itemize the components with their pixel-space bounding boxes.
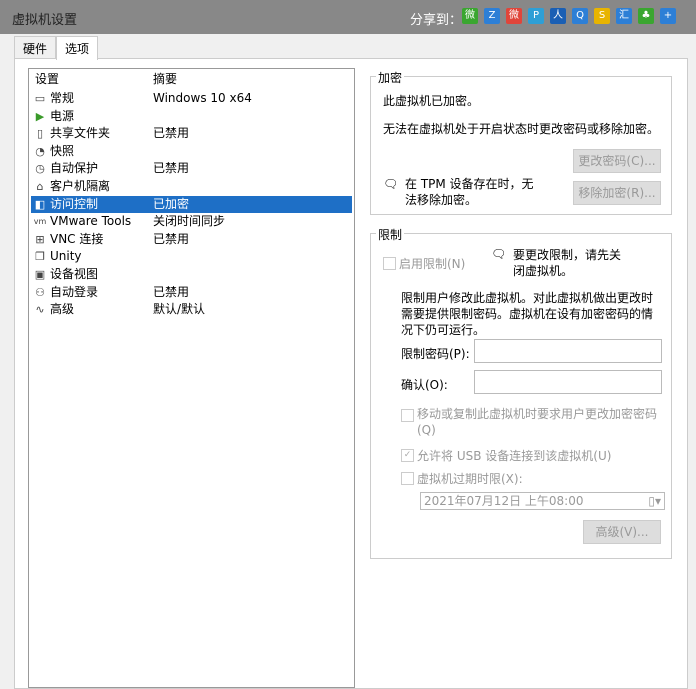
setting-name: 自动保护 (50, 161, 99, 176)
setting-name: VMware Tools (50, 214, 132, 229)
weibo-icon[interactable]: 微 (506, 8, 522, 24)
kaixin-icon[interactable]: ♣ (638, 8, 654, 24)
list-item[interactable]: ❐ Unity (31, 248, 352, 265)
lock-icon: ⌂ (36, 180, 44, 193)
enable-restrictions-checkbox[interactable] (383, 257, 396, 270)
huiyou-icon[interactable]: 汇 (616, 8, 632, 24)
setting-summary: 已禁用 (153, 126, 190, 141)
device-view-icon: ▣ (34, 268, 46, 281)
move-copy-checkbox[interactable] (401, 409, 414, 422)
list-item[interactable]: ∿ 高级 默认/默认 (31, 301, 352, 318)
expire-label: 虚拟机过期时限(X): (417, 472, 523, 486)
encryption-status: 此虚拟机已加密。 (383, 94, 480, 108)
password-label: 限制密码(P): (401, 347, 470, 361)
snapshot-icon: ◔ (35, 144, 45, 158)
advanced-icon: ∿ (35, 303, 45, 317)
header-summary[interactable]: 摘要 (153, 71, 177, 88)
unity-icon: ❐ (35, 250, 45, 264)
setting-name: 电源 (50, 108, 75, 123)
tab-bar: 硬件 选项 (14, 36, 99, 60)
access-control-icon: ◧ (34, 197, 46, 211)
list-item[interactable]: ◔ 快照 (31, 143, 352, 160)
window-title: 虚拟机设置 (12, 13, 78, 28)
encryption-group: 加密 此虚拟机已加密。 无法在虚拟机处于开启状态时更改密码或移除加密。 更改密码… (370, 69, 672, 215)
setting-summary: 已禁用 (153, 231, 190, 246)
usb-checkbox[interactable]: ✓ (401, 449, 414, 462)
move-copy-label: 移动或复制此虚拟机时要求用户更改加密密码(Q) (417, 407, 658, 437)
list-item[interactable]: ▣ 设备视图 (31, 266, 352, 283)
vnc-icon: ⊞ (35, 232, 45, 246)
header-setting[interactable]: 设置 (35, 71, 59, 88)
expire-date-picker[interactable]: 2021年07月12日 上午08:00 ▯▾ (420, 492, 665, 510)
setting-name: 自动登录 (50, 284, 99, 299)
qzone-icon[interactable]: Z (484, 8, 500, 24)
setting-summary: 关闭时间同步 (153, 214, 226, 229)
list-item[interactable]: ▶ 电源 (31, 108, 352, 125)
list-item[interactable]: vm VMware Tools 关闭时间同步 (31, 213, 352, 230)
autologin-icon: ⚇ (35, 285, 45, 299)
tencent-weibo-icon[interactable]: P (528, 8, 544, 24)
shared-folder-icon: ▯ (36, 127, 44, 141)
advanced-button[interactable]: 高级(V)... (583, 520, 661, 544)
restrictions-group: 限制 启用限制(N) 🗨 要更改限制，请先关闭虚拟机。 限制用户修改此虚拟机。对… (370, 226, 672, 559)
encryption-note: 无法在虚拟机处于开启状态时更改密码或移除加密。 (383, 122, 660, 136)
expire-checkbox[interactable] (401, 472, 414, 485)
restrictions-description: 限制用户修改此虚拟机。对此虚拟机做出更改时需要提供限制密码。虚拟机在设有加密密码… (401, 291, 654, 337)
share-label: 分享到： (410, 13, 463, 28)
list-header: 设置 摘要 (31, 71, 352, 88)
share-icons: 微 Z 微 P 人 Q S 汇 ♣ + (462, 8, 676, 24)
info-icon: 🗨 (383, 177, 399, 191)
list-item[interactable]: ▭ 常规 Windows 10 x64 (31, 90, 352, 107)
setting-name: 访问控制 (50, 196, 99, 211)
wechat-icon[interactable]: 微 (462, 8, 478, 24)
encryption-label: 加密 (376, 69, 405, 86)
autoprotect-icon: ◷ (35, 162, 45, 176)
tpm-note: 在 TPM 设备存在时，无法移除加密。 (405, 177, 534, 207)
info-icon: 🗨 (491, 247, 507, 261)
setting-name: 共享文件夹 (50, 126, 111, 141)
setting-summary: Windows 10 x64 (153, 91, 252, 105)
more-icon[interactable]: + (660, 8, 676, 24)
qq-icon[interactable]: Q (572, 8, 588, 24)
power-note: 要更改限制，请先关闭虚拟机。 (513, 248, 622, 278)
setting-name: VNC 连接 (50, 231, 104, 246)
setting-name: 设备视图 (50, 267, 99, 281)
title-bar: 虚拟机设置 分享到： 微 Z 微 P 人 Q S 汇 ♣ + (0, 0, 696, 34)
change-password-button[interactable]: 更改密码(C)... (573, 149, 661, 173)
confirm-label: 确认(O): (401, 378, 448, 392)
list-item[interactable]: ◷ 自动保护 已禁用 (31, 160, 352, 177)
sohu-icon[interactable]: S (594, 8, 610, 24)
settings-list: 设置 摘要 ▭ 常规 Windows 10 x64 ▶ 电源 ▯ 共享文件夹 已禁用 ◔ 快照 ◷ 自… (28, 68, 355, 688)
list-item[interactable]: ▯ 共享文件夹 已禁用 (31, 125, 352, 142)
remove-encryption-button[interactable]: 移除加密(R)... (573, 181, 661, 205)
restrictions-label: 限制 (376, 226, 405, 243)
confirm-input[interactable] (474, 370, 662, 394)
power-icon: ▶ (35, 109, 45, 123)
setting-summary: 默认/默认 (153, 302, 206, 317)
calendar-dropdown-icon[interactable]: ▯▾ (648, 493, 661, 509)
setting-name: 快照 (50, 143, 75, 158)
password-input[interactable] (474, 339, 662, 363)
expire-date: 2021年07月12日 上午08:00 (424, 494, 584, 508)
list-item[interactable]: ◧ 访问控制 已加密 (31, 195, 352, 213)
list-item[interactable]: ⌂ 客户机隔离 (31, 178, 352, 195)
setting-summary: 已禁用 (153, 161, 190, 176)
list-item[interactable]: ⊞ VNC 连接 已禁用 (31, 231, 352, 248)
tab-hardware[interactable]: 硬件 (14, 36, 57, 58)
setting-summary: 已加密 (153, 196, 190, 211)
setting-name: 客户机隔离 (50, 179, 111, 193)
setting-name: 常规 (50, 91, 75, 105)
enable-restrictions-label: 启用限制(N) (399, 257, 466, 271)
setting-name: Unity (50, 249, 82, 264)
monitor-icon: ▭ (34, 92, 46, 105)
usb-label: 允许将 USB 设备连接到该虚拟机(U) (417, 449, 612, 463)
setting-summary: 已禁用 (153, 284, 190, 299)
vmware-tools-icon: vm (33, 217, 47, 227)
list-item[interactable]: ⚇ 自动登录 已禁用 (31, 284, 352, 301)
setting-name: 高级 (50, 302, 75, 317)
renren-icon[interactable]: 人 (550, 8, 566, 24)
tab-options[interactable]: 选项 (56, 36, 99, 60)
